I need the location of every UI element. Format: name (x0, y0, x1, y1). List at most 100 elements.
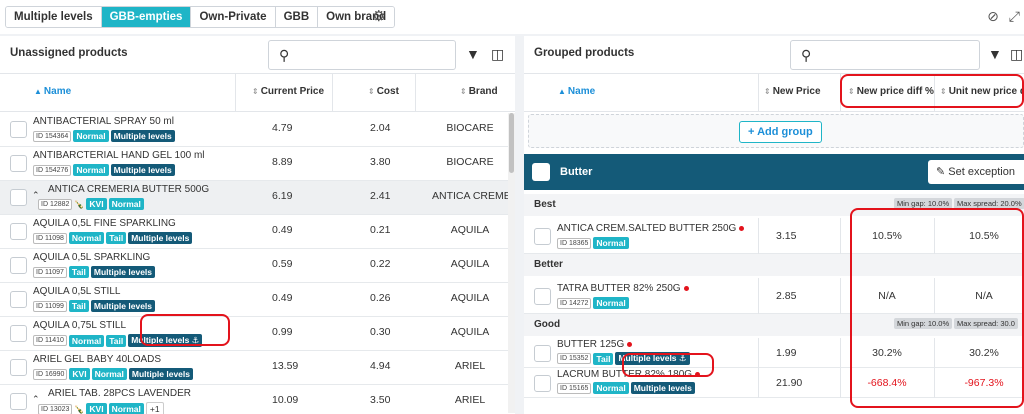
tag-normal: Normal (73, 130, 109, 142)
history-icon[interactable]: ⊘ (987, 8, 999, 25)
table-row[interactable]: AQUILA 0,5L STILL ID 11099 Tail Multiple le… (0, 283, 508, 317)
tag-ml: Multiple levels (90, 266, 156, 278)
current-price: 8.89 (272, 156, 293, 168)
brand: AQUILA (450, 258, 490, 270)
row-checkbox[interactable] (10, 359, 27, 376)
annotation-circle (850, 208, 1024, 408)
cost: 4.94 (370, 360, 391, 372)
tag-tail: Tail (68, 300, 89, 312)
product-id: ID 18365 (557, 237, 592, 249)
scrollbar[interactable] (508, 113, 515, 413)
col-name[interactable]: ▲ Name (34, 86, 71, 97)
tag-ml: Multiple levels (128, 232, 193, 244)
search-box[interactable]: ⚲ (268, 40, 456, 70)
top-bar: Multiple levels GBB-empties Own-Private … (0, 0, 1024, 34)
tier-name: Best (534, 199, 556, 210)
table-row[interactable]: AQUILA 0,5L SPARKLING ID 11097 Tail Multipl… (0, 249, 508, 283)
new-price: 3.15 (776, 230, 797, 242)
tab-own-private[interactable]: Own-Private (191, 7, 276, 27)
table-row[interactable]: ⌃ ARIEL TAB. 28PCS LAVENDER ID 13023 🍾 KVI No… (0, 385, 508, 414)
tag-normal: Normal (68, 334, 105, 347)
tier-name: Better (534, 259, 563, 270)
new-price: 1.99 (776, 347, 797, 359)
product-name: ANTIBARCTERIAL HAND GEL 100 ml (33, 150, 205, 161)
cost: 2.04 (370, 122, 391, 134)
product-name: BUTTER 125G (557, 339, 633, 350)
row-checkbox[interactable] (534, 227, 551, 245)
brand: BIOCARE (446, 156, 494, 168)
tag-plus: +1 (145, 402, 164, 414)
expand-icon[interactable]: ⤢ (1009, 8, 1020, 25)
current-price: 4.79 (272, 122, 293, 134)
col-new-price[interactable]: ⇕ New Price (764, 86, 821, 97)
col-current-price[interactable]: ⇕ Current Price (252, 86, 324, 97)
columns-icon[interactable]: ◫ (1010, 46, 1023, 63)
tab-multiple-levels[interactable]: Multiple levels (6, 7, 102, 27)
tag-ml: Multiple levels (630, 382, 695, 394)
brand: ARIEL (454, 394, 486, 406)
col-name[interactable]: ▲ Name (558, 86, 595, 97)
panel-header: Grouped products ⚲ ▼ ◫ (524, 36, 1024, 74)
row-checkbox[interactable] (534, 344, 551, 362)
tag-normal: Normal (68, 232, 105, 244)
set-exception-button[interactable]: ✎ Set exception (928, 160, 1024, 184)
row-checkbox[interactable] (10, 257, 27, 274)
product-tags: ID 154276 Normal Multiple levels (33, 164, 175, 176)
unassigned-products-panel: Unassigned products ⚲ ▼ ◫ ▲ Name ⇕ Current… (0, 36, 515, 414)
cost: 0.22 (370, 258, 391, 270)
product-tags: ID 11098 Normal Tail Multiple levels (33, 232, 193, 244)
col-cost[interactable]: ⇕ Cost (368, 86, 399, 97)
product-name: ANTICA CREM.SALTED BUTTER 250G (557, 223, 745, 234)
table-row[interactable]: ⌃ ANTICA CREMERIA BUTTER 500G ID 12882 🍾 KVI… (0, 181, 508, 215)
row-checkbox[interactable] (10, 155, 27, 172)
current-price: 10.09 (272, 394, 299, 406)
tag-kvi: KVI (69, 368, 90, 380)
cost: 2.41 (370, 190, 391, 202)
columns-icon[interactable]: ◫ (491, 46, 504, 63)
search-icon: ⚲ (801, 47, 812, 63)
product-tags: ID 11097 Tail Multiple levels (33, 266, 156, 278)
filter-icon[interactable]: ▼ (466, 46, 480, 62)
row-checkbox[interactable] (534, 287, 551, 305)
col-brand[interactable]: ⇕ Brand (460, 86, 498, 97)
filter-icon[interactable]: ▼ (988, 46, 1002, 62)
table-row[interactable]: AQUILA 0,75L STILL ID 11410 Normal Tail Mult… (0, 317, 508, 351)
search-input[interactable] (821, 46, 961, 64)
brand: ARIEL (454, 360, 486, 372)
product-tags: ID 14272 Normal (557, 297, 629, 309)
row-checkbox[interactable] (10, 189, 27, 206)
scrollbar-thumb[interactable] (509, 113, 514, 173)
product-tags: ID 12882 🍾 KVI Normal (38, 198, 144, 210)
brand: ANTICA CREMER (432, 190, 508, 202)
search-box[interactable]: ⚲ (790, 40, 980, 70)
row-checkbox[interactable] (10, 325, 27, 342)
add-group-button[interactable]: + Add group (739, 121, 822, 143)
table-row[interactable]: ANTIBARCTERIAL HAND GEL 100 ml ID 154276 N… (0, 147, 508, 181)
row-checkbox[interactable] (10, 121, 27, 138)
row-checkbox[interactable] (534, 374, 551, 392)
product-id: ID 13023 (38, 403, 73, 414)
alert-dot-icon (739, 225, 745, 231)
cost: 0.21 (370, 224, 391, 236)
annotation-circle (622, 353, 714, 377)
current-price: 0.59 (272, 258, 293, 270)
table-row[interactable]: ARIEL GEL BABY 40LOADS ID 16990 KVI Normal M… (0, 351, 508, 385)
gear-icon[interactable]: ⚙ (372, 9, 388, 25)
row-checkbox[interactable] (10, 291, 27, 308)
search-input[interactable] (299, 46, 439, 64)
tab-gbb-empties[interactable]: GBB-empties (101, 7, 192, 27)
table-row[interactable]: ANTIBACTERIAL SPRAY 50 ml ID 154364 Normal… (0, 113, 508, 147)
tag-normal: Normal (91, 368, 127, 380)
product-tags: ID 154364 Normal Multiple levels (33, 130, 175, 142)
tag-ml: Multiple levels (90, 300, 156, 312)
group-checkbox[interactable] (532, 163, 550, 181)
row-checkbox[interactable] (10, 223, 27, 240)
cost: 3.80 (370, 156, 391, 168)
tag-kvi: KVI (86, 403, 107, 414)
current-price: 0.49 (272, 292, 293, 304)
tag-ml: Multiple levels (110, 164, 175, 176)
tab-gbb[interactable]: GBB (275, 7, 319, 27)
row-checkbox[interactable] (10, 393, 27, 410)
table-row[interactable]: AQUILA 0,5L FINE SPARKLING ID 11098 Normal… (0, 215, 508, 249)
brand: AQUILA (450, 292, 490, 304)
